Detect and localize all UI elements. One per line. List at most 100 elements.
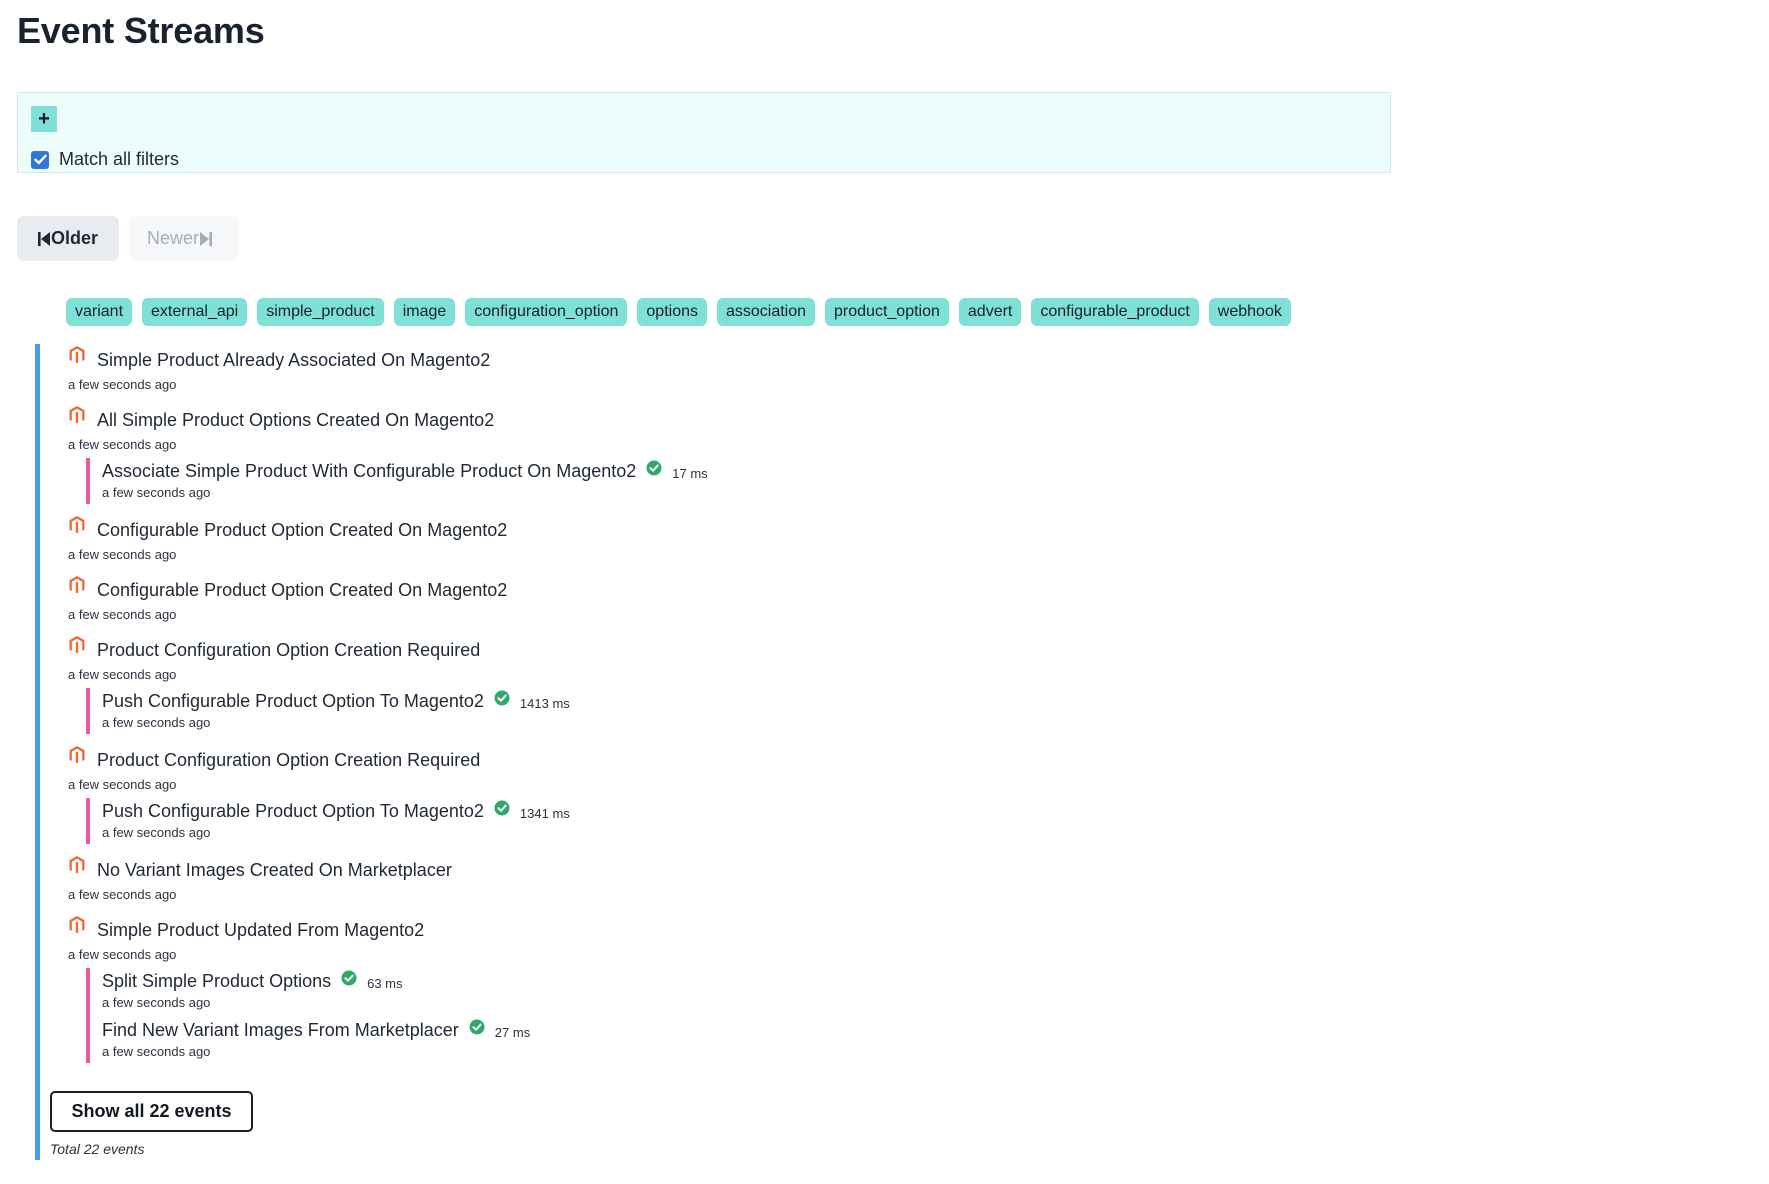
sub-event-item: Split Simple Product Options 63 ms a few s… [102, 968, 1068, 1014]
tag-advert[interactable]: advert [958, 298, 1022, 326]
newer-button: Newer [129, 216, 239, 261]
sub-event-head: Split Simple Product Options 63 ms [102, 968, 1068, 994]
event-timestamp: a few seconds ago [68, 887, 177, 902]
event-timestamp: a few seconds ago [68, 437, 177, 452]
event-timestamp: a few seconds ago [68, 607, 177, 622]
event-head: No Variant Images Created On Marketplace… [68, 856, 1068, 884]
event-title[interactable]: Configurable Product Option Created On M… [97, 580, 507, 601]
older-label: Older [51, 228, 99, 248]
sub-event-title[interactable]: Push Configurable Product Option To Mage… [102, 691, 484, 712]
event-timestamp: a few seconds ago [68, 377, 177, 392]
success-check-icon [341, 970, 357, 986]
sub-event-group: Split Simple Product Options 63 ms a few s… [86, 968, 1068, 1063]
tag-webhook[interactable]: webhook [1208, 298, 1291, 326]
match-all-filters-row: Match all filters [31, 149, 179, 170]
match-all-label: Match all filters [59, 149, 180, 169]
magento-icon [68, 635, 86, 655]
event-title[interactable]: All Simple Product Options Created On Ma… [97, 410, 494, 431]
success-check-icon [494, 800, 510, 816]
skip-forward-icon [199, 231, 213, 247]
event-title[interactable]: Product Configuration Option Creation Re… [97, 750, 480, 771]
page-title: Event Streams [17, 10, 265, 51]
event-head: Configurable Product Option Created On M… [68, 516, 1068, 544]
sub-event-group: Push Configurable Product Option To Mage… [86, 798, 1068, 844]
event-timestamp: a few seconds ago [68, 667, 177, 682]
sub-event-item: Push Configurable Product Option To Mage… [102, 798, 1068, 844]
sub-event-timestamp: a few seconds ago [102, 995, 211, 1010]
event-title[interactable]: Configurable Product Option Created On M… [97, 520, 507, 541]
tag-image[interactable]: image [393, 298, 456, 326]
event-timestamp: a few seconds ago [68, 947, 177, 962]
filter-panel: + Match all filters [17, 92, 1391, 173]
pager: Older Newer [17, 216, 239, 261]
duration-label: 1413 ms [519, 695, 570, 711]
magento-icon [68, 405, 86, 425]
event-item: Product Configuration Option Creation Re… [68, 746, 1068, 844]
tag-external-api[interactable]: external_api [142, 298, 248, 326]
event-streams-page: Event Streams + Match all filters Older … [0, 0, 1769, 1184]
event-head: Configurable Product Option Created On M… [68, 576, 1068, 604]
duration-label: 27 ms [494, 1024, 531, 1040]
sub-event-head: Push Configurable Product Option To Mage… [102, 688, 1068, 714]
event-item: Product Configuration Option Creation Re… [68, 636, 1068, 734]
duration-label: 1341 ms [519, 805, 570, 821]
magento-icon [68, 575, 86, 595]
tag-product-option[interactable]: product_option [825, 298, 949, 326]
success-check-icon [646, 460, 662, 476]
success-check-icon [469, 1019, 485, 1035]
sub-event-title[interactable]: Find New Variant Images From Marketplace… [102, 1020, 459, 1041]
event-head: All Simple Product Options Created On Ma… [68, 406, 1068, 434]
sub-event-title[interactable]: Push Configurable Product Option To Mage… [102, 801, 484, 822]
sub-event-item: Find New Variant Images From Marketplace… [102, 1017, 1068, 1063]
add-filter-button[interactable]: + [31, 106, 57, 132]
timeline-bar [35, 344, 40, 1160]
sub-event-group: Push Configurable Product Option To Mage… [86, 688, 1068, 734]
duration-label: 17 ms [672, 465, 708, 481]
event-title[interactable]: Simple Product Already Associated On Mag… [97, 350, 490, 371]
magento-icon [68, 915, 86, 935]
event-item: Configurable Product Option Created On M… [68, 516, 1068, 564]
tag-configurable-product[interactable]: configurable_product [1031, 298, 1199, 326]
event-head: Simple Product Updated From Magento2 [68, 916, 1068, 944]
sub-event-title[interactable]: Split Simple Product Options [102, 971, 331, 992]
tag-options[interactable]: options [637, 298, 707, 326]
sub-event-title[interactable]: Associate Simple Product With Configurab… [102, 461, 636, 482]
older-button[interactable]: Older [17, 216, 119, 261]
event-title[interactable]: Product Configuration Option Creation Re… [97, 640, 480, 661]
event-title[interactable]: No Variant Images Created On Marketplace… [97, 860, 452, 881]
duration-label: 63 ms [367, 975, 403, 991]
skip-back-icon [37, 231, 51, 247]
tag-configuration-option[interactable]: configuration_option [465, 298, 628, 326]
sub-event-timestamp: a few seconds ago [102, 715, 211, 730]
event-title[interactable]: Simple Product Updated From Magento2 [97, 920, 424, 941]
sub-event-head: Push Configurable Product Option To Mage… [102, 798, 1068, 824]
event-head: Product Configuration Option Creation Re… [68, 636, 1068, 664]
success-check-icon [494, 690, 510, 706]
event-timestamp: a few seconds ago [68, 777, 177, 792]
magento-icon [68, 745, 86, 765]
sub-event-timestamp: a few seconds ago [102, 1044, 211, 1059]
event-timestamp: a few seconds ago [68, 547, 177, 562]
newer-label: Newer [147, 228, 200, 248]
sub-event-item: Associate Simple Product With Configurab… [102, 458, 1068, 504]
tag-association[interactable]: association [716, 298, 816, 326]
sub-event-head: Find New Variant Images From Marketplace… [102, 1017, 1068, 1043]
sub-event-head: Associate Simple Product With Configurab… [102, 458, 1068, 484]
event-head: Product Configuration Option Creation Re… [68, 746, 1068, 774]
magento-icon [68, 855, 86, 875]
tag-variant[interactable]: variant [66, 298, 133, 326]
event-item: All Simple Product Options Created On Ma… [68, 406, 1068, 504]
sub-event-timestamp: a few seconds ago [102, 485, 211, 500]
event-item: No Variant Images Created On Marketplace… [68, 856, 1068, 904]
match-all-checkbox[interactable] [31, 150, 49, 169]
checkmark-icon [33, 154, 47, 165]
event-head: Simple Product Already Associated On Mag… [68, 346, 1068, 374]
event-item: Configurable Product Option Created On M… [68, 576, 1068, 624]
event-item: Simple Product Updated From Magento2 a fe… [68, 916, 1068, 1063]
event-item: Simple Product Already Associated On Mag… [68, 346, 1068, 394]
sub-event-timestamp: a few seconds ago [102, 825, 211, 840]
show-all-events-button[interactable]: Show all 22 events [50, 1091, 253, 1132]
total-events-label: Total 22 events [50, 1141, 145, 1157]
tag-list: variant external_api simple_product image co… [66, 298, 1301, 326]
tag-simple-product[interactable]: simple_product [257, 298, 384, 326]
